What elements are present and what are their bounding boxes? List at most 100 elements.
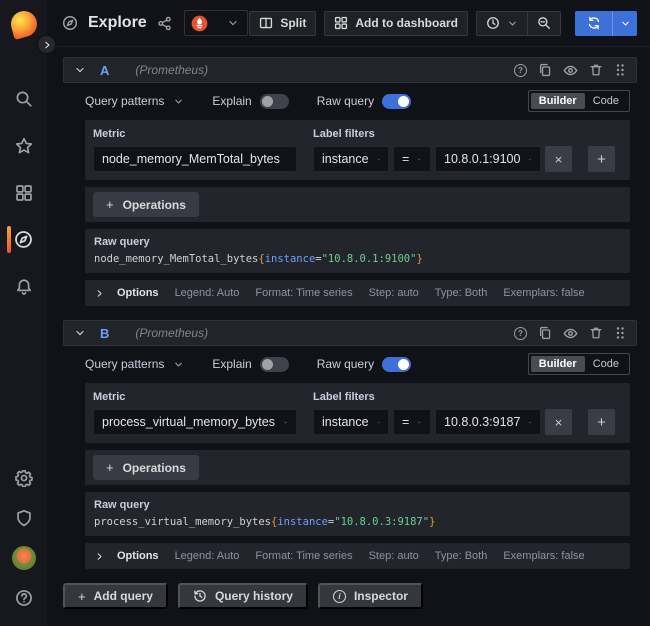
- run-query-button[interactable]: [575, 11, 612, 36]
- sidebar-item-search[interactable]: [0, 75, 47, 122]
- shield-icon: [15, 509, 33, 527]
- add-to-dashboard-label: Add to dashboard: [355, 16, 458, 30]
- sidebar-item-explore[interactable]: [0, 216, 47, 263]
- time-range-picker[interactable]: [476, 11, 528, 36]
- filter-operator-select[interactable]: =: [393, 409, 431, 435]
- chevron-down-icon: [620, 18, 631, 29]
- chevron-right-icon: [94, 288, 105, 299]
- add-to-dashboard-button[interactable]: Add to dashboard: [324, 11, 468, 36]
- filter-value-select[interactable]: 10.8.0.1:9100: [435, 146, 541, 172]
- sidebar-item-configuration[interactable]: [0, 458, 47, 498]
- filter-operator-value: =: [402, 415, 409, 429]
- drag-handle-grip-icon[interactable]: [614, 63, 626, 77]
- query-header-b[interactable]: B (Prometheus) ?: [63, 320, 637, 346]
- option-step: Step: auto: [369, 287, 419, 299]
- query-history-label: Query history: [215, 589, 293, 603]
- remove-query-trash-icon[interactable]: [589, 63, 603, 77]
- sidebar-item-alerting[interactable]: [0, 263, 47, 310]
- option-format: Format: Time series: [255, 550, 352, 562]
- options-title: Options: [117, 287, 159, 299]
- options-collapse-row[interactable]: Options Legend: Auto Format: Time series…: [85, 543, 630, 569]
- add-filter-button[interactable]: +: [588, 409, 615, 435]
- label-filters-label: Label filters: [313, 128, 615, 140]
- raw-query-label: Raw query: [94, 499, 621, 511]
- builder-mode-button[interactable]: Builder: [531, 93, 585, 109]
- raw-query-expression: process_virtual_memory_bytes{instance="1…: [94, 516, 621, 528]
- refresh-interval-dropdown[interactable]: [612, 11, 637, 36]
- split-icon: [259, 16, 273, 30]
- duplicate-query-icon[interactable]: [538, 326, 552, 340]
- code-mode-button[interactable]: Code: [585, 93, 627, 109]
- remove-filter-button[interactable]: ×: [545, 409, 572, 435]
- help-icon: [15, 589, 33, 607]
- raw-query-toggle-label: Raw query: [317, 94, 374, 108]
- add-operation-button[interactable]: + Operations: [93, 455, 199, 480]
- remove-query-trash-icon[interactable]: [589, 326, 603, 340]
- secondary-actions: + Add query Query history i Inspector: [63, 583, 637, 609]
- disable-query-eye-icon[interactable]: [563, 326, 578, 341]
- sidebar-item-starred[interactable]: [0, 122, 47, 169]
- user-avatar: [12, 546, 36, 570]
- query-patterns-dropdown[interactable]: Query patterns: [85, 94, 184, 108]
- bell-icon: [15, 278, 33, 296]
- compass-icon: [14, 230, 33, 249]
- filter-key-select[interactable]: instance: [313, 146, 389, 172]
- collapse-chevron-icon[interactable]: [74, 64, 86, 76]
- builder-mode-button[interactable]: Builder: [531, 356, 585, 372]
- chevron-right-icon: [94, 551, 105, 562]
- inspector-button[interactable]: i Inspector: [318, 583, 423, 609]
- add-filter-button[interactable]: +: [588, 146, 615, 172]
- datasource-picker[interactable]: [184, 10, 248, 36]
- sidebar-item-dashboards[interactable]: [0, 169, 47, 216]
- explain-label: Explain: [212, 94, 251, 108]
- split-button[interactable]: Split: [249, 11, 316, 36]
- metric-select[interactable]: node_memory_MemTotal_bytes: [93, 146, 297, 172]
- option-type: Type: Both: [435, 287, 488, 299]
- filter-value: 10.8.0.1:9100: [444, 152, 520, 166]
- share-icon[interactable]: [157, 16, 172, 31]
- explain-toggle[interactable]: [260, 357, 289, 372]
- add-query-button[interactable]: + Add query: [63, 583, 168, 609]
- sidebar-expand-button[interactable]: [36, 34, 57, 55]
- sidebar-item-help[interactable]: [0, 578, 47, 618]
- query-header-a[interactable]: A (Prometheus) ?: [63, 57, 637, 83]
- explore-compass-icon: [62, 15, 78, 31]
- collapse-chevron-icon[interactable]: [74, 327, 86, 339]
- raw-query-toggle[interactable]: [382, 357, 411, 372]
- zoom-out-button[interactable]: [528, 11, 561, 36]
- datasource-help-icon[interactable]: ?: [514, 64, 527, 77]
- query-datasource-label: (Prometheus): [135, 326, 208, 340]
- options-collapse-row[interactable]: Options Legend: Auto Format: Time series…: [85, 280, 630, 306]
- split-label: Split: [280, 16, 306, 30]
- operations-label: Operations: [123, 198, 186, 212]
- plus-icon: +: [78, 589, 86, 604]
- query-history-button[interactable]: Query history: [178, 583, 308, 609]
- duplicate-query-icon[interactable]: [538, 63, 552, 77]
- add-operation-button[interactable]: + Operations: [93, 192, 199, 217]
- chevron-down-icon: [507, 18, 518, 29]
- filter-key-select[interactable]: instance: [313, 409, 389, 435]
- sidebar: [0, 0, 47, 626]
- metric-label: Metric: [93, 391, 297, 403]
- metric-select[interactable]: process_virtual_memory_bytes: [93, 409, 297, 435]
- disable-query-eye-icon[interactable]: [563, 63, 578, 78]
- raw-label-name: instance: [265, 253, 316, 265]
- explain-toggle[interactable]: [260, 94, 289, 109]
- code-mode-button[interactable]: Code: [585, 356, 627, 372]
- option-legend: Legend: Auto: [175, 550, 240, 562]
- query-patterns-label: Query patterns: [85, 357, 164, 371]
- raw-close-brace: }: [429, 516, 435, 528]
- history-icon: [193, 589, 207, 603]
- sidebar-item-profile[interactable]: [0, 538, 47, 578]
- query-patterns-dropdown[interactable]: Query patterns: [85, 357, 184, 371]
- raw-query-toggle[interactable]: [382, 94, 411, 109]
- raw-string-value: "10.8.0.1:9100": [322, 253, 417, 265]
- explain-label: Explain: [212, 357, 251, 371]
- filter-operator-select[interactable]: =: [393, 146, 431, 172]
- remove-filter-button[interactable]: ×: [545, 146, 572, 172]
- drag-handle-grip-icon[interactable]: [614, 326, 626, 340]
- datasource-help-icon[interactable]: ?: [514, 327, 527, 340]
- filter-value-select[interactable]: 10.8.0.3:9187: [435, 409, 541, 435]
- raw-metric: process_virtual_memory_bytes: [94, 516, 271, 528]
- sidebar-item-server-admin[interactable]: [0, 498, 47, 538]
